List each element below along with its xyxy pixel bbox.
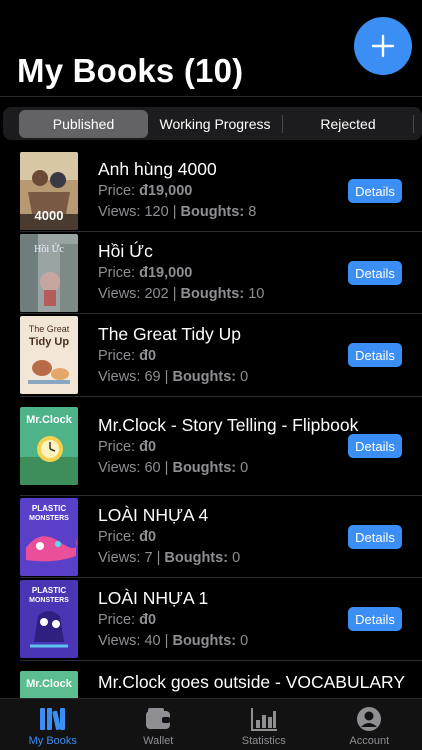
svg-text:PLASTIC: PLASTIC	[32, 586, 66, 595]
details-button[interactable]: Details	[348, 343, 402, 367]
bottom-tab-bar: My Books Wallet Statistics Account	[0, 698, 422, 750]
tab-published[interactable]: Published	[19, 109, 148, 138]
tab-working-progress[interactable]: Working Progress	[148, 110, 282, 138]
svg-text:The Great: The Great	[29, 324, 70, 334]
book-stats: Views: 7 | Boughts: 0	[98, 550, 241, 566]
svg-text:Tidy Up: Tidy Up	[29, 336, 69, 348]
tab-rejected[interactable]: Rejected	[283, 110, 413, 138]
book-cover: PLASTIC MONSTERS	[20, 580, 78, 658]
details-button[interactable]: Details	[348, 434, 402, 458]
svg-text:MONSTERS: MONSTERS	[29, 597, 69, 604]
book-stats: Views: 202 | Boughts: 10	[98, 286, 265, 302]
book-title: Anh hùng 4000	[98, 159, 217, 179]
book-row[interactable]: 4000 Anh hùng 4000 Price: đ19,000 Views:…	[20, 150, 422, 232]
book-row[interactable]: Mr.Clock Mr.Clock goes outside - VOCABUL…	[20, 661, 422, 698]
book-cover: Mr.Clock	[20, 407, 78, 485]
details-button[interactable]: Details	[348, 261, 402, 285]
details-button[interactable]: Details	[348, 179, 402, 203]
bar-chart-icon	[250, 708, 277, 731]
book-list[interactable]: 4000 Anh hùng 4000 Price: đ19,000 Views:…	[0, 150, 422, 698]
book-cover: Mr.Clock	[20, 671, 78, 698]
book-row[interactable]: Mr.Clock Mr.Clock - Story Telling - Flip…	[20, 397, 422, 496]
tab-account[interactable]: Account	[317, 699, 422, 750]
book-stats: Views: 120 | Boughts: 8	[98, 204, 257, 220]
book-title: Mr.Clock goes outside - VOCABULARY	[98, 672, 406, 692]
page-title: My Books (10)	[17, 52, 244, 89]
tab-my-books[interactable]: My Books	[0, 699, 106, 750]
tab-statistics[interactable]: Statistics	[211, 699, 317, 750]
book-row[interactable]: PLASTIC MONSTERS LOÀI NHỰA 4 Price: đ0 V…	[20, 496, 422, 578]
svg-text:Hồi Ức: Hồi Ức	[34, 243, 64, 255]
book-cover: PLASTIC MONSTERS	[20, 497, 78, 576]
book-cover: The Great Tidy Up	[20, 316, 78, 394]
books-icon	[39, 708, 65, 731]
book-cover: Hồi Ức	[20, 233, 78, 312]
status-segmented-control: Published Working Progress Rejected	[3, 107, 422, 140]
details-button[interactable]: Details	[348, 525, 402, 549]
book-row[interactable]: The Great Tidy Up The Great Tidy Up Pric…	[20, 314, 422, 397]
book-stats: Views: 60 | Boughts: 0	[98, 459, 249, 476]
segment-divider	[413, 114, 414, 133]
book-stats: Views: 40 | Boughts: 0	[98, 632, 249, 649]
plus-icon	[371, 34, 395, 58]
title-divider	[0, 96, 422, 97]
tab-wallet[interactable]: Wallet	[106, 699, 212, 750]
svg-text:Mr.Clock: Mr.Clock	[26, 414, 73, 426]
svg-text:Mr.Clock: Mr.Clock	[26, 678, 73, 690]
svg-text:PLASTIC: PLASTIC	[32, 504, 66, 513]
svg-text:4000: 4000	[35, 208, 64, 223]
book-row[interactable]: Hồi Ức Hồi Ức Price: đ19,000 Views: 202 …	[20, 232, 422, 314]
person-circle-icon	[357, 707, 382, 731]
add-book-button[interactable]	[354, 17, 412, 75]
book-title: LOÀI NHỰA 4	[98, 505, 209, 525]
book-title: Mr.Clock - Story Telling - Flipbook	[98, 414, 359, 435]
book-cover: 4000	[20, 151, 78, 230]
book-title: Hồi Ức	[98, 241, 153, 261]
details-button[interactable]: Details	[348, 607, 402, 631]
svg-text:MONSTERS: MONSTERS	[29, 515, 69, 522]
book-row[interactable]: PLASTIC MONSTERS LOÀI NHỰA 1 Price: đ0 V…	[20, 578, 422, 661]
book-title: The Great Tidy Up	[98, 323, 241, 344]
wallet-icon	[146, 708, 171, 729]
book-stats: Views: 69 | Boughts: 0	[98, 368, 249, 385]
book-title: LOÀI NHỰA 1	[98, 587, 209, 608]
